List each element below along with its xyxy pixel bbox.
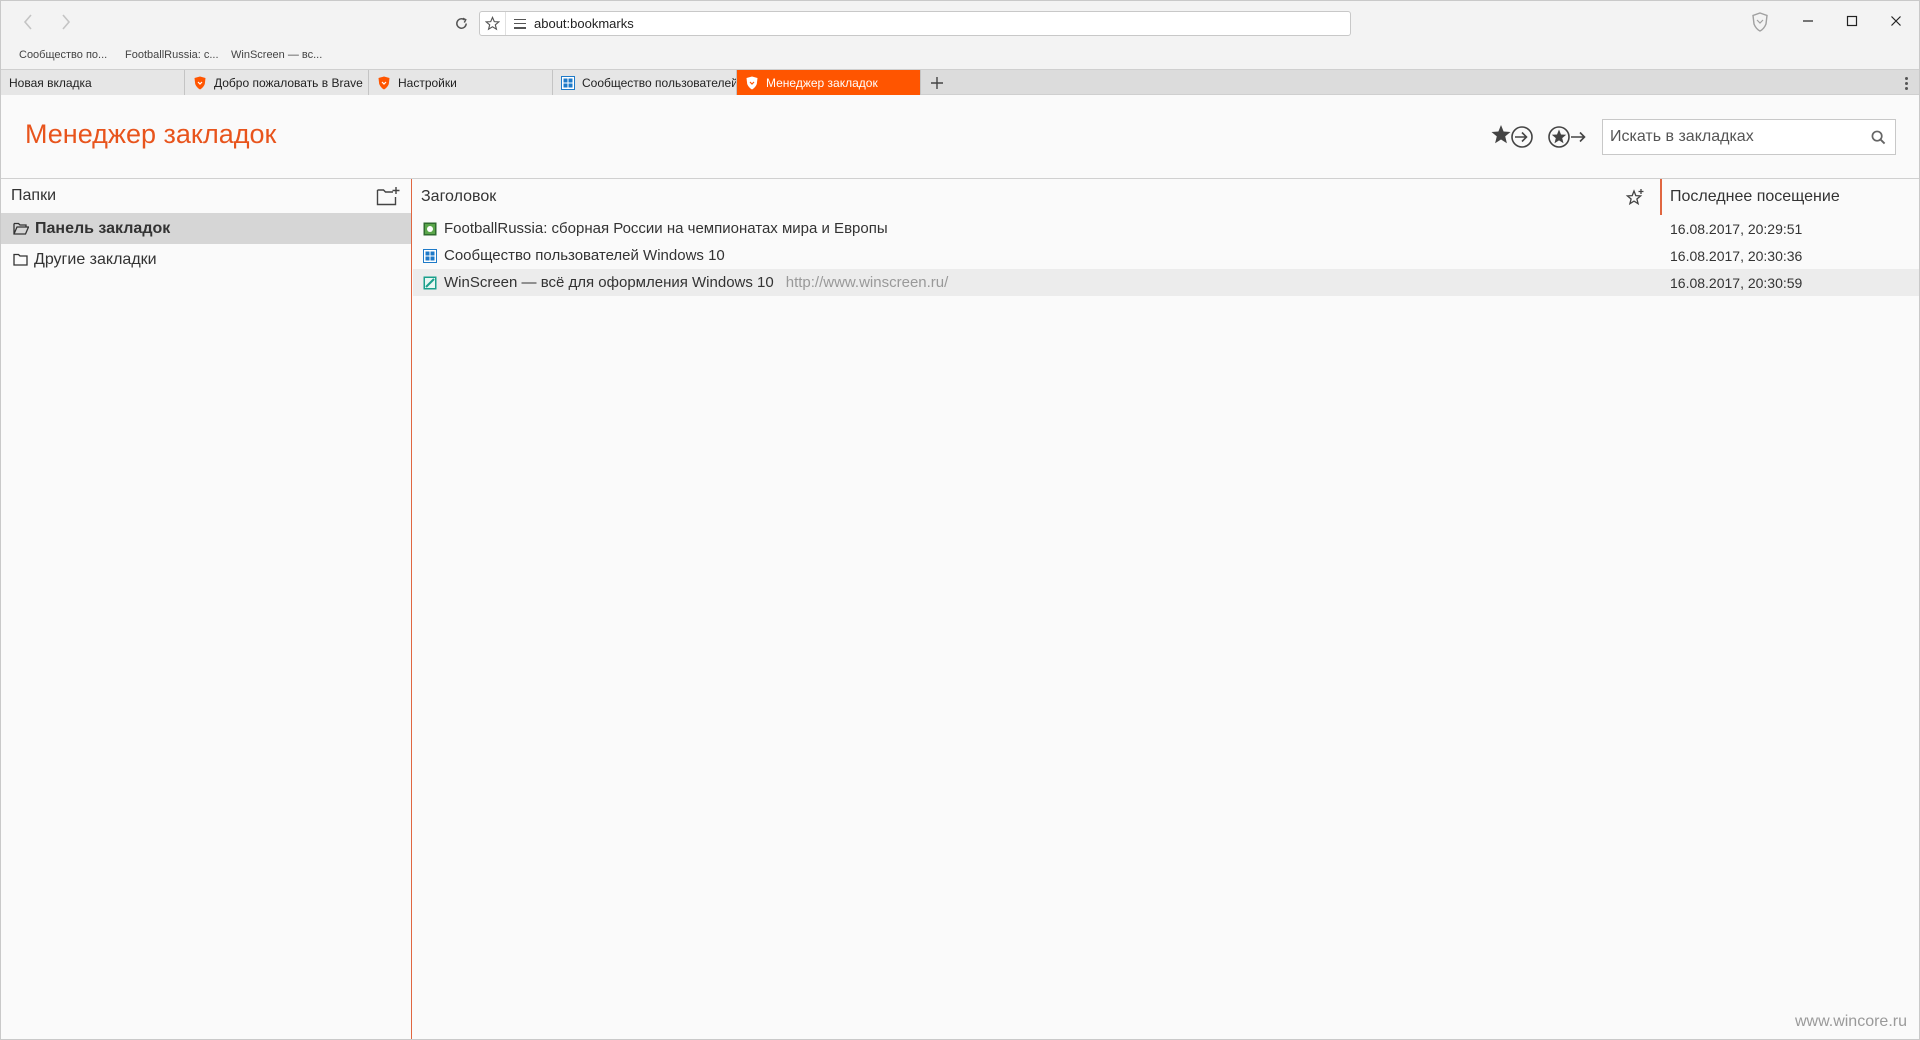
page-title: Менеджер закладок xyxy=(25,119,277,149)
url-text[interactable]: about:bookmarks xyxy=(534,16,634,31)
folder-other-bookmarks[interactable]: Другие закладки xyxy=(1,244,411,275)
add-folder-button[interactable] xyxy=(375,185,401,207)
bookmark-last-visit: 16.08.2017, 20:30:36 xyxy=(1670,247,1803,264)
folders-header: Папки xyxy=(1,179,411,213)
brave-icon xyxy=(377,76,391,90)
reload-button[interactable] xyxy=(449,11,473,35)
folders-header-label: Папки xyxy=(11,187,56,204)
tab-label: Новая вкладка xyxy=(9,75,92,90)
back-button[interactable] xyxy=(15,9,41,35)
brave-icon xyxy=(745,76,759,90)
import-icon xyxy=(1491,125,1533,148)
windows-icon xyxy=(561,75,575,90)
new-tab-button[interactable] xyxy=(925,71,949,95)
page-info-icon xyxy=(514,18,526,29)
add-folder-icon xyxy=(376,187,400,206)
tab-label: Добро пожаловать в Brave xyxy=(214,75,363,90)
tab-settings[interactable]: Настройки xyxy=(369,70,553,95)
maximize-icon xyxy=(1846,15,1858,27)
reload-icon xyxy=(455,17,467,29)
tab-label: Настройки xyxy=(398,75,457,90)
page-header: Менеджер закладок xyxy=(1,95,1919,179)
column-last-visit-header[interactable]: Последнее посещение xyxy=(1660,179,1919,215)
bookmark-title: WinScreen — всё для оформления Windows 1… xyxy=(444,274,774,291)
folder-open-icon xyxy=(13,222,29,235)
navigation-bar: about:bookmarks xyxy=(1,1,1919,45)
bookmark-last-visit: 16.08.2017, 20:30:59 xyxy=(1670,274,1803,291)
tab-new-tab[interactable]: Новая вкладка xyxy=(1,70,185,95)
star-add-icon xyxy=(1625,189,1644,206)
bookmark-row[interactable]: Сообщество пользователей Windows 10 16.0… xyxy=(413,242,1919,269)
minimize-icon xyxy=(1803,20,1813,22)
browser-window: about:bookmarks Сообщество по... Footbal… xyxy=(0,0,1920,1040)
brave-shields-button[interactable] xyxy=(1749,10,1771,34)
tab-bookmarks-manager[interactable]: Менеджер закладок xyxy=(737,70,921,95)
minimize-button[interactable] xyxy=(1785,6,1831,36)
watermark: www.wincore.ru xyxy=(1794,1013,1907,1030)
toolbar-bookmark[interactable]: WinScreen — вс... xyxy=(231,49,322,61)
tab-label: Менеджер закладок xyxy=(766,75,878,90)
column-title-header[interactable]: Заголовок xyxy=(413,188,1660,206)
close-icon xyxy=(1891,16,1901,26)
list-header: Заголовок Последнее посещение xyxy=(413,179,1919,215)
export-icon xyxy=(1548,126,1586,148)
folder-bookmarks-toolbar[interactable]: Панель закладок xyxy=(1,213,411,244)
winscreen-icon xyxy=(423,276,437,290)
menu-button[interactable] xyxy=(1899,73,1913,93)
bookmark-row[interactable]: WinScreen — всё для оформления Windows 1… xyxy=(413,269,1919,296)
bookmark-row[interactable]: FootballRussia: сборная России на чемпио… xyxy=(413,215,1919,242)
chevron-left-icon xyxy=(23,14,32,30)
windows-icon xyxy=(423,248,437,263)
url-bar[interactable]: about:bookmarks xyxy=(479,11,1351,36)
folder-icon xyxy=(13,253,28,266)
bookmarks-list: Заголовок Последнее посещение FootballRu… xyxy=(413,179,1919,1039)
football-icon xyxy=(423,222,437,236)
tab-welcome[interactable]: Добро пожаловать в Brave xyxy=(185,70,369,95)
add-bookmark-button[interactable] xyxy=(1624,187,1646,209)
bookmarks-toolbar: Сообщество по... FootballRussia: с... Wi… xyxy=(1,45,1919,69)
search-box xyxy=(1602,119,1896,155)
bookmark-title: Сообщество пользователей Windows 10 xyxy=(444,247,725,264)
folder-label: Панель закладок xyxy=(35,219,171,237)
brave-icon xyxy=(193,76,207,90)
bookmark-star-button[interactable] xyxy=(480,12,506,35)
folder-label: Другие закладки xyxy=(34,250,157,268)
bookmark-title: FootballRussia: сборная России на чемпио… xyxy=(444,220,888,237)
folders-panel: Папки Панель закладок Другие закладки xyxy=(1,179,412,1039)
tab-label: Сообщество пользователей Windows 10 xyxy=(582,75,737,90)
forward-button[interactable] xyxy=(53,9,79,35)
shield-icon xyxy=(1752,12,1768,32)
bookmark-url: http://www.winscreen.ru/ xyxy=(785,274,949,291)
chevron-right-icon xyxy=(62,14,71,30)
toolbar-bookmark[interactable]: FootballRussia: с... xyxy=(125,49,219,61)
maximize-button[interactable] xyxy=(1829,6,1875,36)
search-icon[interactable] xyxy=(1861,130,1895,145)
search-input[interactable] xyxy=(1603,120,1861,154)
close-button[interactable] xyxy=(1873,6,1919,36)
bookmark-last-visit: 16.08.2017, 20:29:51 xyxy=(1670,220,1803,237)
tab-strip: Новая вкладка Добро пожаловать в Brave Н… xyxy=(1,69,1919,95)
import-bookmarks-button[interactable] xyxy=(1491,121,1535,151)
plus-icon xyxy=(931,77,943,89)
tab-windows-community[interactable]: Сообщество пользователей Windows 10 xyxy=(553,70,737,95)
export-bookmarks-button[interactable] xyxy=(1545,121,1589,151)
toolbar-bookmark[interactable]: Сообщество по... xyxy=(19,49,107,61)
star-outline-icon xyxy=(485,16,500,31)
